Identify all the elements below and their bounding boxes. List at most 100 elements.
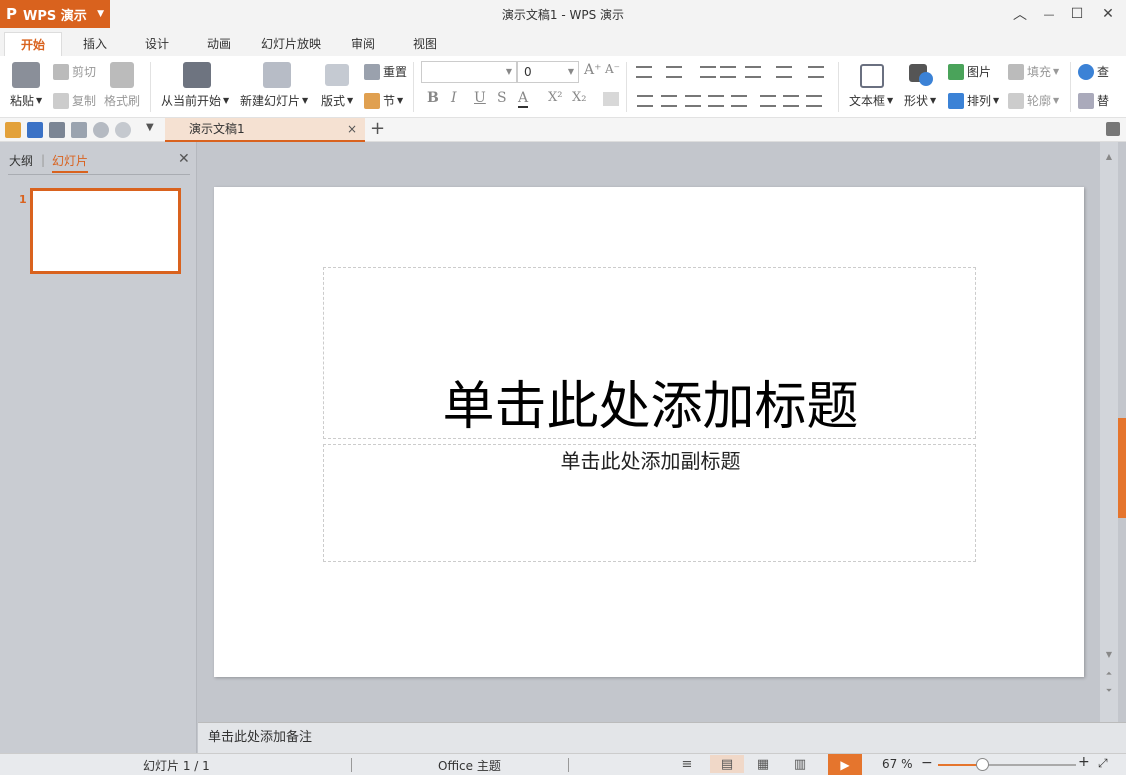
zoom-slider-thumb[interactable]	[976, 758, 990, 771]
subtitle-placeholder[interactable]: 单击此处添加副标题	[323, 444, 976, 562]
tab-insert[interactable]: 插入	[67, 32, 123, 56]
undo-icon[interactable]	[93, 122, 109, 138]
print-icon[interactable]	[49, 122, 65, 138]
notes-view-icon[interactable]: ≡	[676, 755, 698, 773]
italic-button[interactable]: I	[451, 90, 457, 106]
align-center-icon[interactable]	[661, 95, 677, 107]
fill-button[interactable]: 填充 ▼	[1008, 63, 1059, 80]
subscript-button[interactable]: X₂	[572, 90, 586, 105]
zoom-in-icon[interactable]: +	[1078, 754, 1090, 770]
app-menu-label: WPS 演示	[23, 8, 87, 24]
line-spacing-icon[interactable]	[760, 95, 776, 107]
redo-icon[interactable]	[115, 122, 131, 138]
tab-design[interactable]: 设计	[129, 32, 185, 56]
font-color-button[interactable]: A	[518, 90, 529, 108]
slide-navigator-panel: 大纲 | 幻灯片 ✕ 1	[0, 142, 197, 753]
justify-icon[interactable]	[708, 95, 724, 107]
scroll-up-icon[interactable]: ▲	[1100, 152, 1118, 161]
customize-dropdown-icon[interactable]: ▼	[146, 122, 154, 133]
app-menu-button[interactable]: P WPS 演示 ▼	[0, 0, 110, 28]
document-tab[interactable]: 演示文稿1 ×	[165, 118, 365, 142]
from-current-button[interactable]: 从当前开始 ▼	[161, 92, 229, 109]
copy-button[interactable]: 复制	[53, 92, 96, 109]
normal-view-icon[interactable]: ▤	[710, 755, 744, 773]
text-direction-icon[interactable]	[745, 66, 761, 78]
ribbon-options-icon[interactable]	[1106, 122, 1120, 136]
layout-icon	[325, 64, 349, 86]
text-shadow-button[interactable]: S	[497, 90, 507, 106]
close-button[interactable]: ✕	[1097, 4, 1119, 24]
title-placeholder[interactable]: 单击此处添加标题	[323, 267, 976, 439]
text-box-button[interactable]: 文本框 ▼	[849, 92, 893, 109]
print-preview-icon[interactable]	[71, 122, 87, 138]
new-slide-button[interactable]: 新建幻灯片 ▼	[240, 92, 308, 109]
close-panel-icon[interactable]: ✕	[178, 151, 190, 167]
bullets-icon[interactable]	[636, 66, 652, 78]
align-right-icon[interactable]	[685, 95, 701, 107]
columns-icon[interactable]	[776, 66, 792, 78]
tab-home[interactable]: 开始	[4, 32, 63, 56]
task-pane-handle[interactable]	[1118, 418, 1126, 518]
minimize-button[interactable]: —	[1038, 4, 1060, 24]
play-slideshow-button[interactable]: ▶	[828, 754, 862, 775]
next-slide-icon[interactable]: ⏷	[1100, 686, 1118, 696]
tab-outline[interactable]: 大纲	[9, 152, 33, 169]
replace-button[interactable]: 替	[1078, 92, 1109, 109]
zoom-out-icon[interactable]: −	[921, 755, 933, 771]
close-tab-icon[interactable]: ×	[347, 118, 357, 140]
maximize-button[interactable]: ☐	[1066, 4, 1088, 24]
section-button[interactable]: 节 ▼	[364, 92, 403, 109]
arrange-button[interactable]: 排列 ▼	[948, 92, 999, 109]
tab-animation[interactable]: 动画	[191, 32, 247, 56]
ribbon-collapse-button[interactable]: ︿	[1009, 4, 1031, 24]
underline-button[interactable]: U	[474, 90, 486, 106]
tab-slideshow[interactable]: 幻灯片放映	[245, 32, 337, 56]
status-separator	[568, 758, 569, 772]
distribute-icon[interactable]	[731, 95, 747, 107]
open-folder-icon[interactable]	[5, 122, 21, 138]
previous-slide-icon[interactable]: ⏶	[1100, 669, 1118, 679]
layout-button[interactable]: 版式 ▼	[321, 92, 353, 109]
format-painter-button[interactable]: 格式刷	[104, 92, 140, 109]
zoom-percent[interactable]: 67 %	[882, 757, 913, 771]
increase-indent-icon[interactable]	[720, 66, 736, 78]
outline-button[interactable]: 轮廓 ▼	[1008, 92, 1059, 109]
font-name-combo[interactable]: ▼	[421, 61, 517, 83]
font-size-combo[interactable]: 0 ▼	[517, 61, 579, 83]
align-left-icon[interactable]	[637, 95, 653, 107]
tab-view[interactable]: 视图	[397, 32, 453, 56]
slide-editor: 单击此处添加标题 单击此处添加副标题	[198, 142, 1100, 722]
new-tab-button[interactable]: +	[370, 118, 385, 140]
cut-button[interactable]: 剪切	[53, 63, 96, 80]
bold-button[interactable]: B	[427, 90, 439, 106]
shrink-font-button[interactable]: A⁻	[605, 62, 620, 76]
reset-button[interactable]: 重置	[364, 63, 407, 80]
fit-window-icon[interactable]: ⤢	[1098, 756, 1108, 771]
slide-canvas[interactable]: 单击此处添加标题 单击此处添加副标题	[214, 187, 1084, 677]
align-text-icon[interactable]	[808, 66, 824, 78]
find-button[interactable]: 查	[1078, 63, 1109, 80]
paragraph-options-icon[interactable]	[806, 95, 822, 107]
shape-button[interactable]: 形状 ▼	[904, 92, 936, 109]
save-icon[interactable]	[27, 122, 43, 138]
clear-format-icon[interactable]	[603, 92, 619, 106]
slide-thumbnail[interactable]	[30, 188, 181, 274]
tab-slides[interactable]: 幻灯片	[52, 152, 89, 173]
paragraph-spacing-icon[interactable]	[783, 95, 799, 107]
reading-view-icon[interactable]: ▥	[789, 755, 811, 773]
picture-button[interactable]: 图片	[948, 63, 991, 80]
vertical-scrollbar[interactable]: ▲ ▼ ⏶ ⏷	[1100, 142, 1118, 722]
decrease-indent-icon[interactable]	[700, 66, 716, 78]
copy-icon	[53, 92, 69, 109]
grow-font-button[interactable]: A⁺	[584, 62, 602, 78]
paste-label: 粘贴	[10, 94, 35, 108]
paste-button[interactable]: 粘贴 ▼	[10, 92, 42, 109]
slide-sorter-view-icon[interactable]: ▦	[752, 755, 774, 773]
tab-review[interactable]: 审阅	[335, 32, 391, 56]
notes-pane[interactable]: 单击此处添加备注	[198, 722, 1126, 753]
chevron-down-icon: ▼	[505, 67, 512, 76]
scroll-down-icon[interactable]: ▼	[1100, 650, 1118, 659]
fill-label: 填充	[1027, 65, 1052, 79]
numbering-icon[interactable]	[666, 66, 682, 78]
superscript-button[interactable]: X²	[548, 90, 562, 105]
